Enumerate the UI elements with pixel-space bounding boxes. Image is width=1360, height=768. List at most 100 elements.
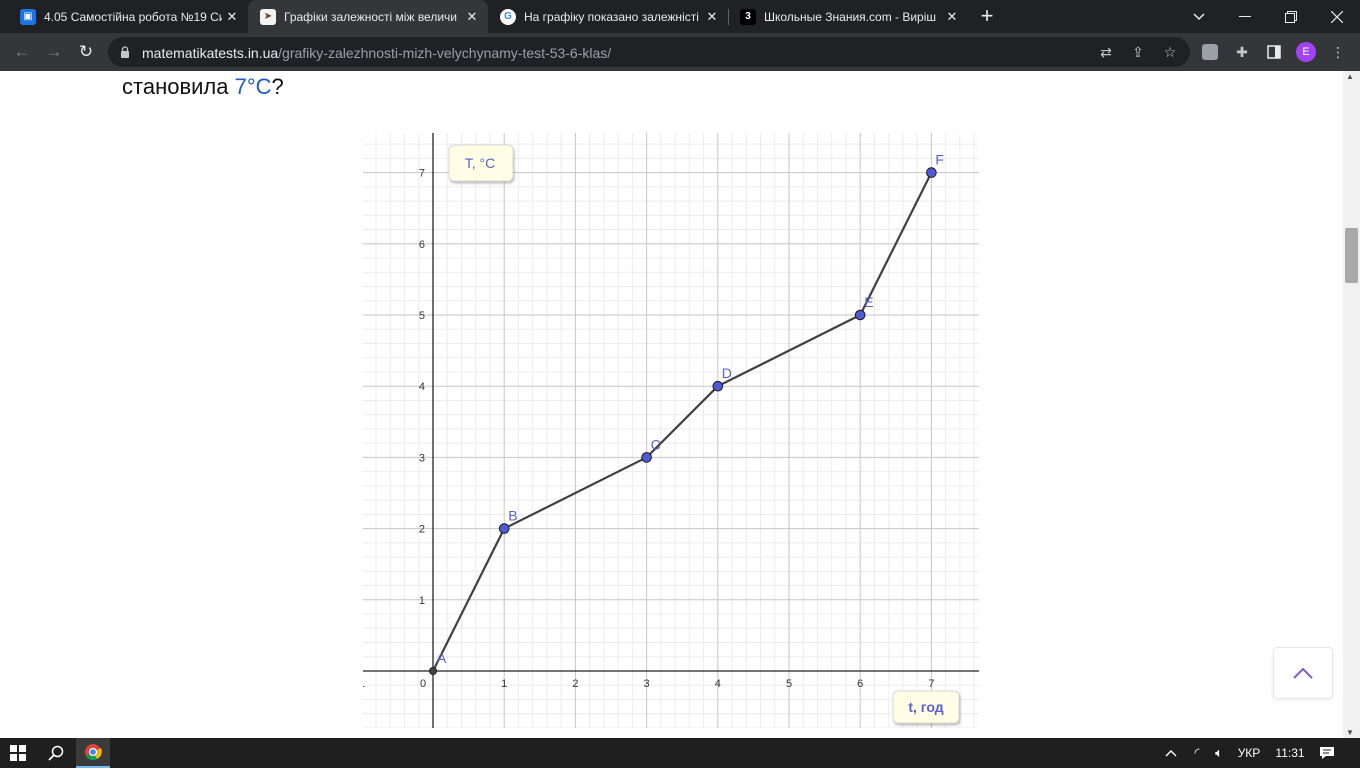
y-tick-label: 4 bbox=[419, 381, 425, 393]
scroll-down-icon[interactable]: ▼ bbox=[1346, 728, 1354, 737]
page-viewport: становила 7°C? 1 0 1 2 3 4 5 6 7 1 2 3 4 5 6 7 T, °C t,… bbox=[0, 71, 1343, 738]
extension-button[interactable] bbox=[1198, 40, 1222, 64]
more-vert-icon: ⋮ bbox=[1331, 43, 1345, 60]
tab-4[interactable]: 3 Школьные Знания.com - Виріш ✕ bbox=[728, 0, 968, 33]
tab-title: Школьные Знания.com - Виріш bbox=[764, 9, 937, 24]
forward-button[interactable]: → bbox=[40, 38, 68, 66]
wifi-icon: ◜ bbox=[1194, 745, 1200, 760]
x-tick-label: 4 bbox=[715, 678, 721, 690]
tab-strip: ▣ 4.05 Самостійна робота №19 Си ✕ ➤ Граф… bbox=[0, 0, 1360, 33]
close-icon[interactable]: ✕ bbox=[222, 9, 242, 25]
network-button[interactable]: ◜ bbox=[1186, 738, 1208, 768]
restore-button[interactable] bbox=[1268, 0, 1314, 33]
x-axis-label-box: t, год bbox=[892, 690, 960, 724]
point-label-c: C bbox=[651, 436, 661, 452]
minimize-button[interactable] bbox=[1222, 0, 1268, 33]
show-hidden-icons-button[interactable] bbox=[1160, 738, 1182, 768]
input-language-button[interactable]: УКР bbox=[1232, 738, 1266, 768]
search-button[interactable] bbox=[38, 738, 74, 768]
action-center-button[interactable] bbox=[1312, 738, 1342, 768]
point-label-f: F bbox=[935, 152, 944, 168]
question-text: становила 7°C? bbox=[122, 74, 284, 100]
tab-2[interactable]: ➤ Графіки залежності між величи ✕ bbox=[248, 0, 488, 33]
volume-button[interactable]: 🔈︎ bbox=[1208, 738, 1230, 768]
question-suffix: ? bbox=[271, 74, 284, 99]
tab-title: 4.05 Самостійна робота №19 Си bbox=[44, 9, 222, 24]
data-point-d bbox=[712, 380, 724, 392]
x-tick-label: 7 bbox=[928, 678, 934, 690]
address-bar[interactable]: matematikatests.in.ua/grafiky-zalezhnost… bbox=[108, 37, 1190, 67]
restore-icon bbox=[1285, 10, 1297, 23]
x-axis-label: t, год bbox=[908, 699, 943, 715]
tab-1[interactable]: ▣ 4.05 Самостійна робота №19 Си ✕ bbox=[8, 0, 248, 33]
point-label-e: E bbox=[864, 294, 873, 310]
start-button[interactable] bbox=[0, 738, 36, 768]
x-tick-label: 1 bbox=[501, 678, 507, 690]
tab-search-button[interactable] bbox=[1176, 0, 1222, 33]
scrollbar-thumb[interactable] bbox=[1345, 228, 1358, 283]
close-icon[interactable]: ✕ bbox=[942, 9, 962, 25]
notification-icon bbox=[1320, 747, 1334, 759]
translate-icon: ⇄ bbox=[1100, 43, 1112, 60]
avatar: E bbox=[1296, 42, 1316, 62]
scrollbar[interactable]: ▲ ▼ bbox=[1343, 71, 1360, 738]
new-tab-button[interactable]: + bbox=[975, 4, 999, 28]
x-tick-label: 1 bbox=[363, 678, 365, 690]
x-tick-label: 6 bbox=[857, 678, 863, 690]
tab-3[interactable]: G На графіку показано залежністі ✕ bbox=[488, 0, 728, 33]
y-axis-label-box: T, °C bbox=[448, 144, 514, 182]
site-logo-icon: ➤ bbox=[260, 8, 276, 25]
tab-title: На графіку показано залежністі bbox=[524, 9, 699, 24]
url-text: matematikatests.in.ua/grafiky-zalezhnost… bbox=[142, 45, 611, 61]
y-tick-label: 3 bbox=[419, 452, 425, 464]
question-value: 7°C bbox=[234, 74, 272, 99]
point-label-b: B bbox=[508, 508, 517, 524]
url-path: /grafiky-zalezhnosti-mizh-velychynamy-te… bbox=[278, 45, 612, 61]
close-icon bbox=[1331, 10, 1343, 23]
y-tick-label: 7 bbox=[419, 168, 425, 180]
y-tick-label: 5 bbox=[419, 310, 425, 322]
share-icon: ⇪ bbox=[1132, 43, 1144, 60]
chrome-icon bbox=[85, 744, 102, 761]
scroll-up-icon[interactable]: ▲ bbox=[1346, 72, 1354, 81]
x-tick-label: 3 bbox=[644, 678, 650, 690]
temperature-time-chart: 1 0 1 2 3 4 5 6 7 1 2 3 4 5 6 7 T, °C t, год A B C D E F bbox=[363, 133, 979, 728]
close-icon[interactable]: ✕ bbox=[462, 9, 482, 25]
point-label-a: A bbox=[437, 650, 447, 666]
tab-title: Графіки залежності між величи bbox=[284, 9, 457, 24]
profile-button[interactable]: E bbox=[1294, 40, 1318, 64]
browser-menu-button[interactable]: ⋮ bbox=[1326, 40, 1350, 64]
data-point-e bbox=[854, 309, 866, 321]
bookmark-button[interactable]: ☆ bbox=[1158, 40, 1182, 64]
x-tick-label: 0 bbox=[420, 678, 426, 690]
arrow-right-icon: → bbox=[45, 42, 63, 61]
close-window-button[interactable] bbox=[1314, 0, 1360, 33]
reload-button[interactable]: ↻ bbox=[72, 38, 100, 66]
side-panel-button[interactable] bbox=[1262, 40, 1286, 64]
minimize-icon bbox=[1239, 15, 1251, 17]
browser-toolbar: ← → ↻ matematikatests.in.ua/grafiky-zale… bbox=[0, 33, 1360, 71]
x-tick-label: 5 bbox=[786, 678, 792, 690]
star-icon: ☆ bbox=[1163, 43, 1177, 60]
scroll-to-top-button[interactable] bbox=[1273, 647, 1333, 699]
chevron-down-icon bbox=[1193, 12, 1205, 20]
y-axis-label: T, °C bbox=[465, 155, 496, 171]
close-icon[interactable]: ✕ bbox=[702, 9, 722, 25]
translate-button[interactable]: ⇄ bbox=[1094, 40, 1118, 64]
windows-icon bbox=[10, 745, 26, 761]
znanija-icon: 3 bbox=[740, 8, 756, 25]
url-host: matematikatests.in.ua bbox=[142, 45, 279, 61]
chart-background bbox=[363, 133, 979, 728]
share-button[interactable]: ⇪ bbox=[1126, 40, 1150, 64]
point-label-d: D bbox=[722, 365, 732, 381]
search-icon bbox=[48, 745, 64, 761]
clock[interactable]: 11:31 bbox=[1270, 738, 1310, 768]
data-point-f bbox=[926, 167, 937, 178]
chrome-taskbar-button[interactable] bbox=[76, 738, 110, 768]
back-button[interactable]: ← bbox=[8, 38, 36, 66]
taskbar: ◜ 🔈︎ УКР 11:31 bbox=[0, 738, 1360, 768]
speaker-icon: 🔈︎ bbox=[1215, 745, 1223, 760]
classroom-icon: ▣ bbox=[20, 8, 36, 25]
chevron-up-icon bbox=[1165, 750, 1177, 757]
extensions-menu-button[interactable]: ✚ bbox=[1230, 40, 1254, 64]
